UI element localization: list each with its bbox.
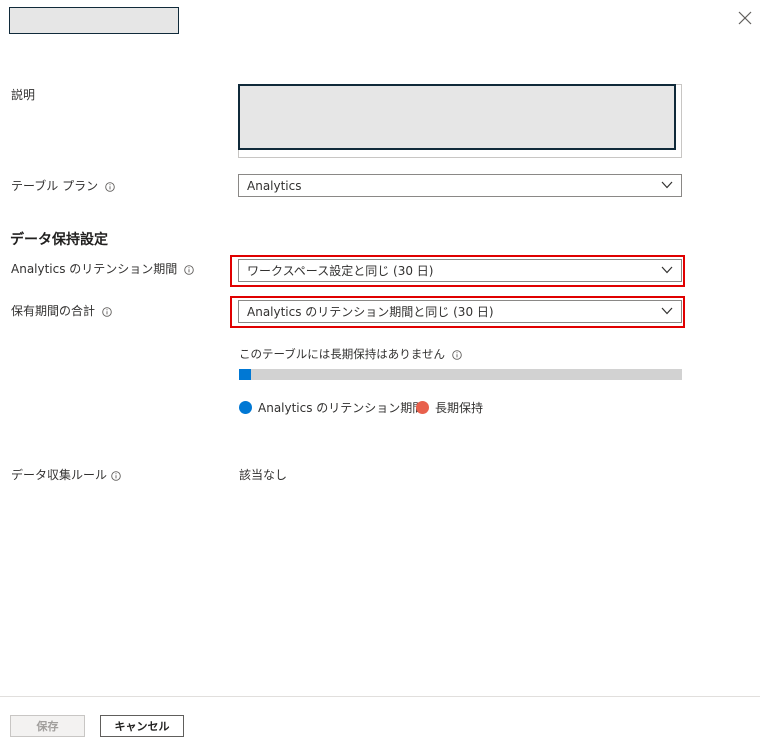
save-button[interactable]: 保存 [10,715,85,737]
total-retention-value: Analytics のリテンション期間と同じ (30 日) [247,305,494,319]
table-plan-label: テーブル プラン [11,177,115,194]
collection-rule-label: データ収集ルール [11,466,121,483]
analytics-retention-label: Analytics のリテンション期間 [11,260,195,277]
chevron-down-icon [661,307,673,315]
description-textarea[interactable] [238,84,676,150]
total-retention-label: 保有期間の合計 [11,302,112,319]
longterm-note-text: このテーブルには長期保持はありません [239,347,445,361]
table-plan-dropdown[interactable]: Analytics [238,174,682,197]
table-plan-label-text: テーブル プラン [11,179,99,193]
table-plan-value: Analytics [247,178,302,193]
chevron-down-icon [661,181,673,189]
panel-title [9,7,179,34]
info-icon[interactable] [452,349,462,360]
info-icon[interactable] [184,264,195,275]
retention-section-heading: データ保持設定 [10,232,108,248]
retention-bar [239,369,682,380]
footer-divider [0,696,760,697]
legend-longterm-label: 長期保持 [435,401,484,415]
analytics-retention-label-text: Analytics のリテンション期間 [11,262,178,276]
legend-dot-longterm [416,401,429,414]
analytics-retention-dropdown[interactable]: ワークスペース設定と同じ (30 日) [238,259,682,282]
close-icon[interactable] [736,9,754,27]
table-settings-panel: 説明 テーブル プラン Analytics データ保持設定 Analytics … [0,0,760,740]
description-label: 説明 [11,86,35,103]
info-icon[interactable] [105,181,115,192]
info-icon[interactable] [111,470,121,481]
legend-dot-analytics [239,401,252,414]
longterm-note: このテーブルには長期保持はありません [239,346,462,362]
legend-analytics: Analytics のリテンション期間 [239,399,424,416]
analytics-retention-value: ワークスペース設定と同じ (30 日) [247,264,434,278]
info-icon[interactable] [102,306,112,317]
chevron-down-icon [661,266,673,274]
cancel-button[interactable]: キャンセル [100,715,184,737]
legend-analytics-label: Analytics のリテンション期間 [258,401,425,415]
description-label-text: 説明 [11,88,36,102]
total-retention-label-text: 保有期間の合計 [11,304,96,318]
total-retention-dropdown[interactable]: Analytics のリテンション期間と同じ (30 日) [238,300,682,323]
legend-longterm: 長期保持 [416,399,483,416]
retention-bar-analytics-fill [239,369,251,380]
collection-rule-value: 該当なし [239,468,288,482]
collection-rule-label-text: データ収集ルール [11,468,108,482]
